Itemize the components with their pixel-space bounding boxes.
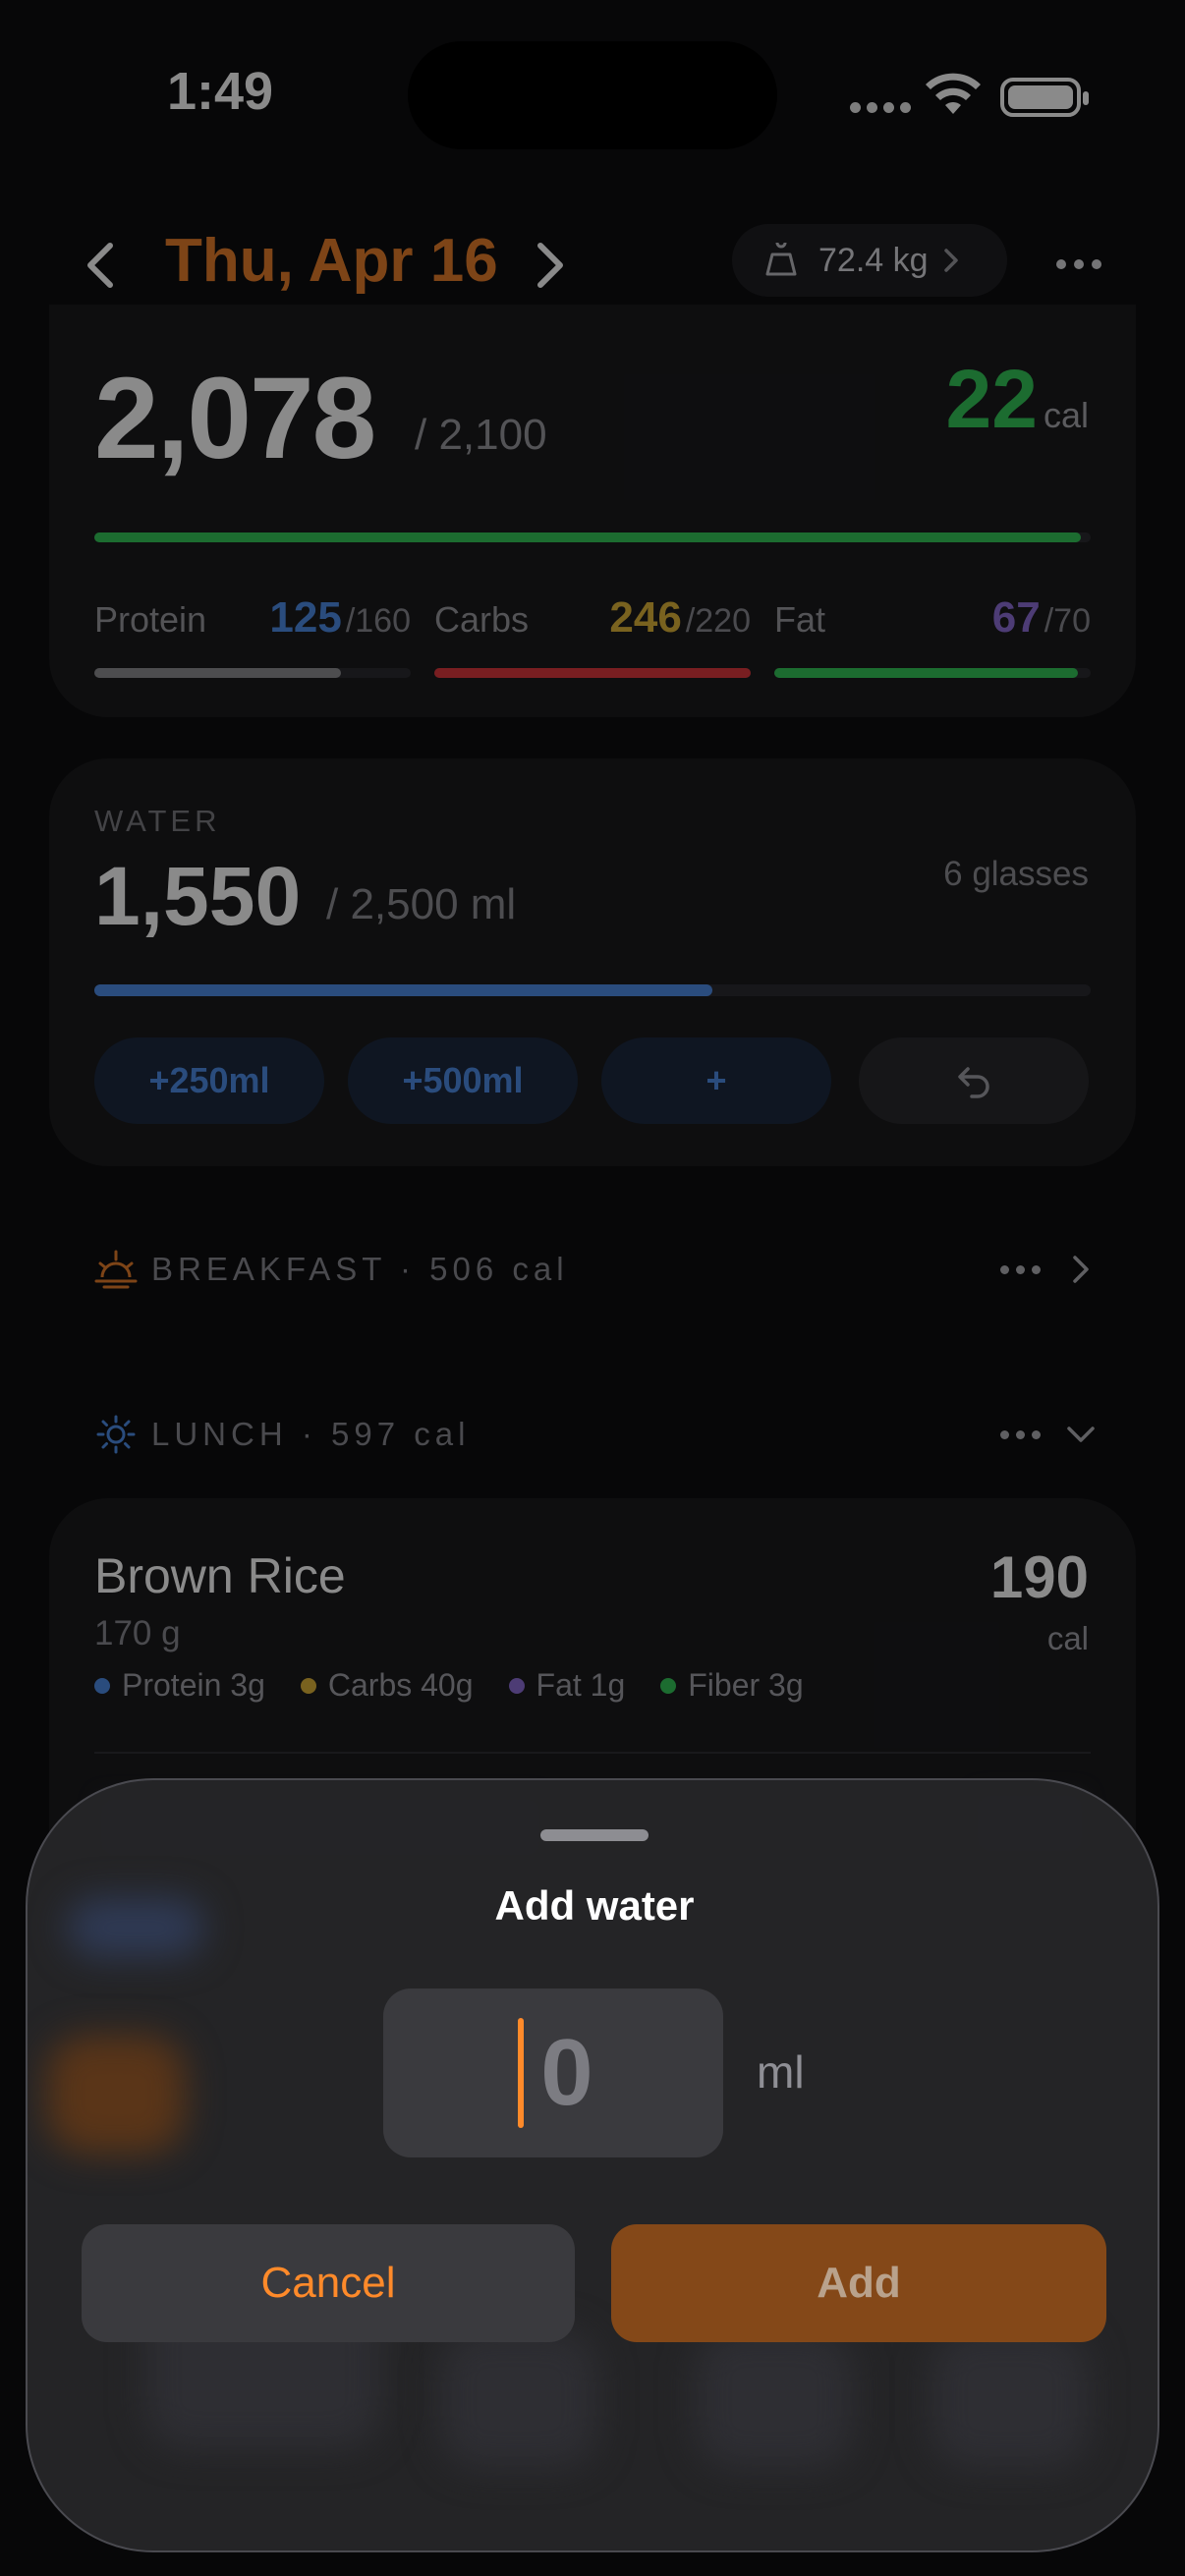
unit-label: ml: [757, 2046, 805, 2098]
screen: 1:49 Thu, Apr 16 72.4 kg 2,078 / 2,100 2…: [0, 0, 1185, 2576]
sheet-grabber[interactable]: [540, 1829, 649, 1841]
add-button[interactable]: Add: [611, 2224, 1106, 2342]
text-caret: [518, 2018, 524, 2128]
water-amount-input[interactable]: 0: [383, 1988, 723, 2157]
input-placeholder: 0: [540, 2020, 593, 2125]
add-water-sheet: Add water 0 ml Cancel Add: [26, 1778, 1159, 2552]
cancel-button[interactable]: Cancel: [82, 2224, 575, 2342]
sheet-title: Add water: [494, 1882, 695, 1929]
